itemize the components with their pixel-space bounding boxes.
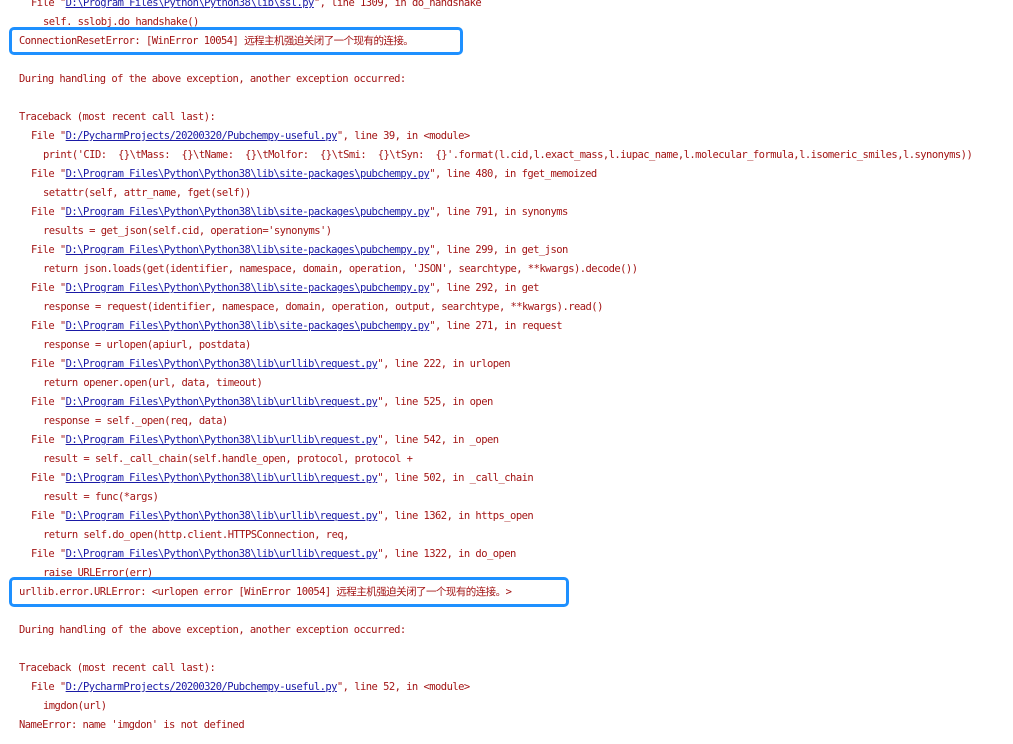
traceback-file-suffix: ", line 1322, in do_open bbox=[377, 548, 516, 560]
traceback-code-line: result = self._call_chain(self.handle_op… bbox=[43, 453, 413, 465]
source-file-link[interactable]: D:\Program Files\Python\Python38\lib\url… bbox=[66, 396, 378, 408]
traceback-code-line: setattr(self, attr_name, fget(self)) bbox=[43, 187, 251, 199]
traceback-file-suffix: ", line 1362, in https_open bbox=[377, 510, 534, 522]
traceback-file-suffix: ", line 525, in open bbox=[377, 396, 493, 408]
traceback-file-prefix: File " bbox=[31, 282, 66, 294]
source-file-link[interactable]: D:\Program Files\Python\Python38\lib\url… bbox=[66, 358, 378, 370]
traceback-file-line: File "D:\Program Files\Python\Python38\l… bbox=[31, 395, 493, 410]
traceback-file-prefix: File " bbox=[31, 472, 66, 484]
traceback-code-line: response = request(identifier, namespace… bbox=[43, 301, 603, 313]
traceback-file-line: File "D:/PycharmProjects/20200320/Pubche… bbox=[31, 129, 470, 144]
source-file-link[interactable]: D:/PycharmProjects/20200320/Pubchempy-us… bbox=[66, 681, 338, 693]
traceback-file-prefix: File " bbox=[31, 510, 66, 522]
traceback-file-line: File "D:/PycharmProjects/20200320/Pubche… bbox=[31, 680, 470, 695]
source-file-link[interactable]: D:\Program Files\Python\Python38\lib\sit… bbox=[66, 282, 430, 294]
traceback-file-prefix: File " bbox=[31, 434, 66, 446]
traceback-file-prefix: File " bbox=[31, 130, 66, 142]
traceback-file-line: File "D:\Program Files\Python\Python38\l… bbox=[31, 319, 563, 334]
traceback-code-line: raise URLError(err) bbox=[43, 567, 153, 579]
traceback-file-suffix: ", line 299, in get_json bbox=[429, 244, 568, 256]
traceback-code-line: return self.do_open(http.client.HTTPSCon… bbox=[43, 529, 349, 541]
traceback-file-line: File "D:\Program Files\Python\Python38\l… bbox=[31, 471, 534, 486]
traceback-code-line: self._sslobj.do_handshake() bbox=[43, 16, 199, 28]
traceback-file-suffix: ", line 1309, in do_handshake bbox=[313, 0, 482, 9]
traceback-file-prefix: File " bbox=[31, 206, 66, 218]
traceback-file-prefix: File " bbox=[31, 548, 66, 560]
traceback-file-prefix: File " bbox=[31, 0, 66, 9]
traceback-file-suffix: ", line 292, in get bbox=[429, 282, 539, 294]
traceback-header: Traceback (most recent call last): bbox=[19, 662, 216, 674]
traceback-code-line: print('CID: {}\tMass: {}\tName: {}\tMolf… bbox=[43, 149, 973, 161]
traceback-file-suffix: ", line 542, in _open bbox=[377, 434, 499, 446]
traceback-file-suffix: ", line 502, in _call_chain bbox=[377, 472, 534, 484]
traceback-file-line: File "D:\Program Files\Python\Python38\l… bbox=[31, 281, 539, 296]
traceback-file-line: File "D:\Program Files\Python\Python38\l… bbox=[31, 357, 511, 372]
source-file-link[interactable]: D:\Program Files\Python\Python38\lib\sit… bbox=[66, 168, 430, 180]
traceback-file-prefix: File " bbox=[31, 168, 66, 180]
source-file-link[interactable]: D:\Program Files\Python\Python38\lib\url… bbox=[66, 548, 378, 560]
traceback-file-line: File "D:\Program Files\Python\Python38\l… bbox=[31, 243, 568, 258]
traceback-file-suffix: ", line 52, in <module> bbox=[336, 681, 470, 693]
traceback-file-line: File "D:\Program Files\Python\Python38\l… bbox=[31, 0, 482, 11]
traceback-file-suffix: ", line 480, in fget_memoized bbox=[429, 168, 597, 180]
error-message-nameerror: NameError: name 'imgdon' is not defined bbox=[19, 719, 245, 731]
traceback-file-prefix: File " bbox=[31, 396, 66, 408]
traceback-file-line: File "D:\Program Files\Python\Python38\l… bbox=[31, 433, 499, 448]
traceback-file-line: File "D:\Program Files\Python\Python38\l… bbox=[31, 205, 568, 220]
traceback-file-line: File "D:\Program Files\Python\Python38\l… bbox=[31, 509, 534, 524]
traceback-file-suffix: ", line 791, in synonyms bbox=[429, 206, 568, 218]
source-file-link[interactable]: D:\Program Files\Python\Python38\lib\url… bbox=[66, 434, 378, 446]
source-file-link[interactable]: D:\Program Files\Python\Python38\lib\ssl… bbox=[66, 0, 315, 9]
traceback-file-prefix: File " bbox=[31, 244, 66, 256]
traceback-code-line: results = get_json(self.cid, operation='… bbox=[43, 225, 332, 237]
traceback-file-suffix: ", line 39, in <module> bbox=[336, 130, 470, 142]
source-file-link[interactable]: D:\Program Files\Python\Python38\lib\sit… bbox=[66, 206, 430, 218]
error-message-urlerror: urllib.error.URLError: <urlopen error [W… bbox=[19, 586, 512, 598]
traceback-file-prefix: File " bbox=[31, 320, 66, 332]
traceback-file-line: File "D:\Program Files\Python\Python38\l… bbox=[31, 547, 516, 562]
traceback-file-prefix: File " bbox=[31, 681, 66, 693]
traceback-file-prefix: File " bbox=[31, 358, 66, 370]
traceback-code-line: response = urlopen(apiurl, postdata) bbox=[43, 339, 251, 351]
error-message-connection-reset: ConnectionResetError: [WinError 10054] 远… bbox=[19, 35, 414, 47]
source-file-link[interactable]: D:\Program Files\Python\Python38\lib\sit… bbox=[66, 320, 430, 332]
traceback-file-suffix: ", line 271, in request bbox=[429, 320, 562, 332]
exception-chain-notice: During handling of the above exception, … bbox=[19, 624, 406, 636]
console-output: File "D:\Program Files\Python\Python38\l… bbox=[0, 0, 1013, 744]
source-file-link[interactable]: D:\Program Files\Python\Python38\lib\sit… bbox=[66, 244, 430, 256]
traceback-code-line: result = func(*args) bbox=[43, 491, 159, 503]
source-file-link[interactable]: D:/PycharmProjects/20200320/Pubchempy-us… bbox=[66, 130, 338, 142]
traceback-code-line: response = self._open(req, data) bbox=[43, 415, 228, 427]
traceback-header: Traceback (most recent call last): bbox=[19, 111, 216, 123]
traceback-code-line: return json.loads(get(identifier, namesp… bbox=[43, 263, 638, 275]
traceback-file-suffix: ", line 222, in urlopen bbox=[377, 358, 511, 370]
traceback-code-line: return opener.open(url, data, timeout) bbox=[43, 377, 263, 389]
exception-chain-notice: During handling of the above exception, … bbox=[19, 73, 406, 85]
source-file-link[interactable]: D:\Program Files\Python\Python38\lib\url… bbox=[66, 472, 378, 484]
traceback-file-line: File "D:\Program Files\Python\Python38\l… bbox=[31, 167, 597, 182]
source-file-link[interactable]: D:\Program Files\Python\Python38\lib\url… bbox=[66, 510, 378, 522]
traceback-code-line: imgdon(url) bbox=[43, 700, 107, 712]
